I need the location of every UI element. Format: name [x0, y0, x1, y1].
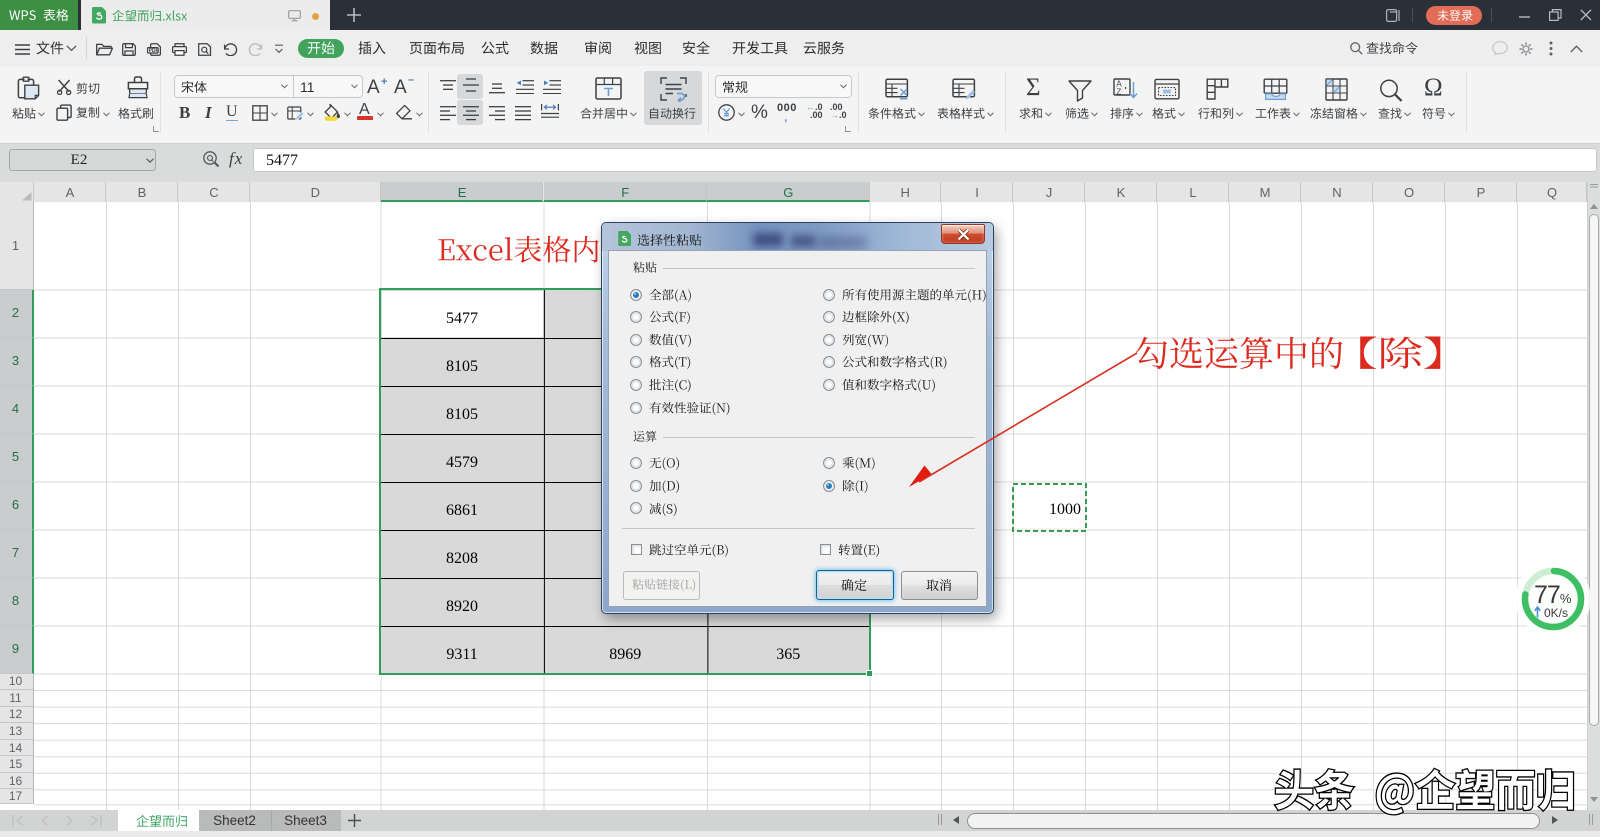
- svg-text:Z: Z: [1116, 87, 1121, 96]
- svg-text:PDF: PDF: [149, 48, 159, 54]
